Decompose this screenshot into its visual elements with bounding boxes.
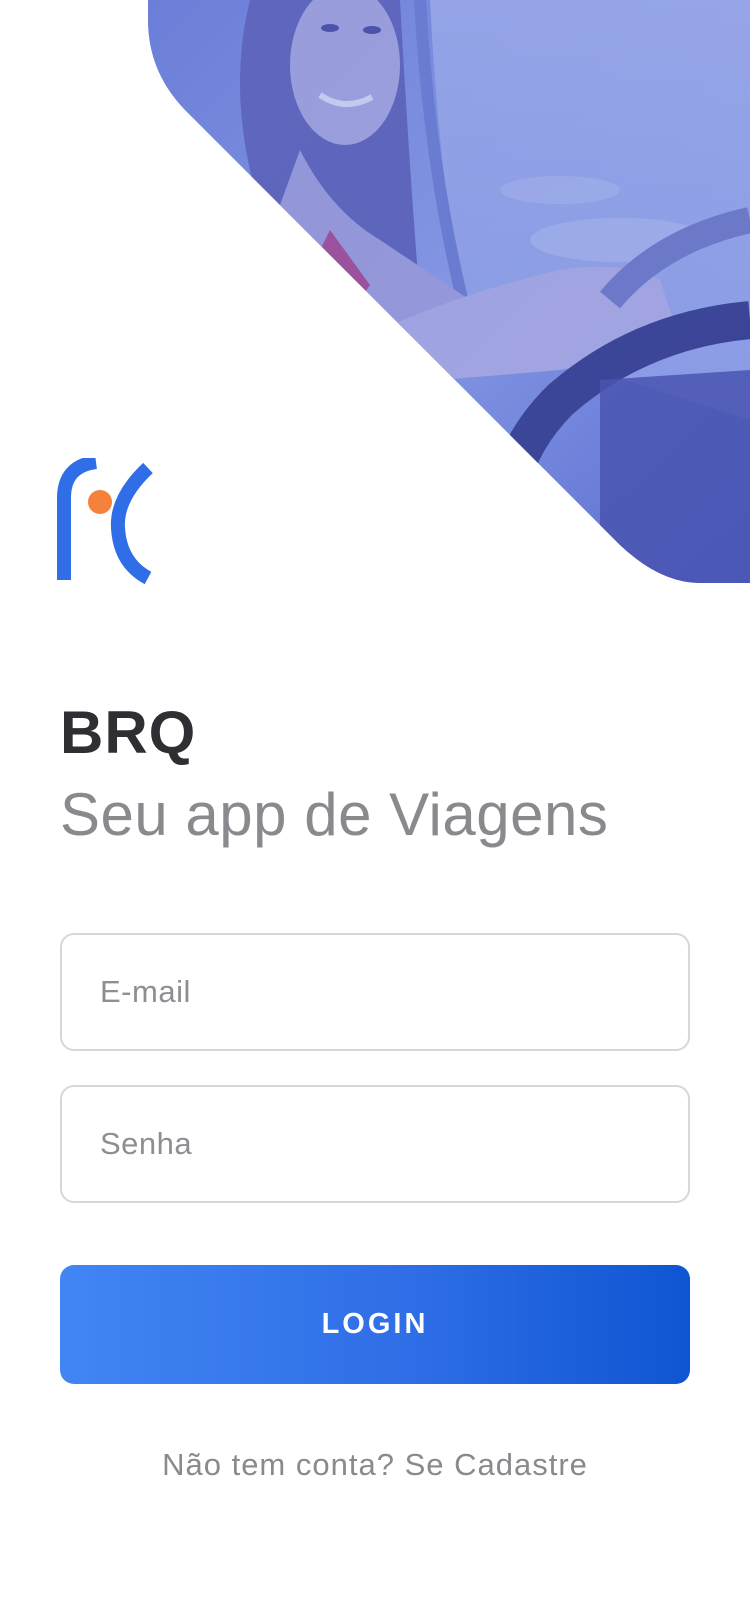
brand-title: BRQ xyxy=(60,699,197,766)
signup-prompt: Não tem conta? xyxy=(162,1447,395,1482)
brand-tagline: Seu app de Viagens xyxy=(60,781,609,848)
email-field[interactable] xyxy=(60,933,690,1051)
signup-link[interactable]: Se Cadastre xyxy=(405,1447,588,1482)
login-button[interactable]: LOGIN xyxy=(60,1265,690,1384)
password-field[interactable] xyxy=(60,1085,690,1203)
signup-row: Não tem conta? Se Cadastre xyxy=(0,1447,750,1483)
brq-logo-icon xyxy=(57,458,153,584)
